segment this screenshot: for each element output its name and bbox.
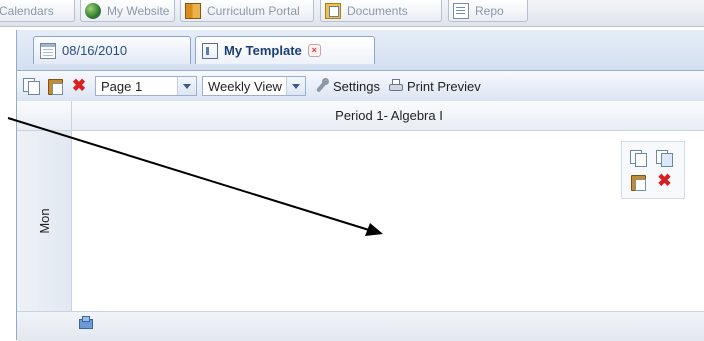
copy-icon[interactable] (630, 150, 647, 167)
nav-tab-label: Curriculum Portal (207, 3, 300, 18)
view-select-value: Weekly View (208, 78, 282, 94)
delete-icon[interactable]: ✖ (71, 77, 87, 94)
print-preview-label: Print Previev (407, 78, 481, 94)
tab-my-template[interactable]: My Template × (195, 36, 375, 64)
nav-tab-documents[interactable]: Documents (320, 0, 442, 22)
page-select[interactable]: Page 1 (95, 76, 197, 96)
delete-icon[interactable]: ✖ (656, 172, 673, 190)
print-preview-button[interactable]: Print Previev (388, 77, 481, 95)
tab-label: 08/16/2010 (62, 43, 128, 58)
tab-date-08-16-2010[interactable]: 08/16/2010 (33, 36, 191, 64)
template-icon (202, 42, 218, 59)
paste-icon[interactable] (630, 174, 647, 191)
tab-label: My Template (224, 43, 302, 58)
day-column: Mon (17, 131, 72, 311)
chevron-down-icon[interactable] (286, 77, 305, 95)
nav-tab-my-website[interactable]: My Website (80, 0, 175, 22)
nav-tab-curriculum-portal[interactable]: Curriculum Portal (180, 0, 314, 22)
copy-special-icon[interactable] (656, 150, 673, 167)
nav-tab-label: Documents (347, 3, 408, 18)
nav-tab-label: Calendars (0, 3, 54, 18)
folder-icon[interactable] (79, 316, 93, 329)
paste-icon[interactable] (47, 78, 63, 95)
globe-icon (85, 2, 101, 19)
chevron-down-icon[interactable] (177, 77, 196, 95)
period-header: Period 1- Algebra I (335, 108, 443, 123)
top-navigation-bar: Calendars My Website Curriculum Portal D… (0, 0, 704, 27)
documents-icon (325, 2, 341, 19)
toolbar: ✖ Page 1 Weekly View Settings Print Prev… (17, 70, 704, 102)
nav-tab-label: Repo (475, 3, 504, 18)
book-icon (185, 2, 201, 19)
settings-label: Settings (333, 78, 380, 94)
view-select[interactable]: Weekly View (202, 76, 306, 96)
wrench-icon (314, 78, 330, 94)
planner-panel: 08/16/2010 My Template × ✖ Page 1 Weekly… (16, 30, 704, 341)
day-label-mon: Mon (37, 208, 52, 234)
printer-icon (388, 78, 404, 94)
nav-tab-label: My Website (107, 3, 170, 18)
document-tab-strip: 08/16/2010 My Template × (17, 30, 704, 70)
grid-footer (17, 311, 704, 341)
settings-button[interactable]: Settings (314, 77, 380, 95)
grid-corner (17, 101, 72, 130)
nav-tab-calendars[interactable]: Calendars (0, 0, 75, 22)
close-tab-icon[interactable]: × (307, 44, 321, 57)
copy-icon[interactable] (23, 78, 40, 95)
lesson-cell[interactable]: ✖ (73, 131, 704, 311)
nav-tab-repo[interactable]: Repo (448, 0, 528, 22)
schedule-grid: Period 1- Algebra I Mon ✖ (17, 101, 704, 341)
grid-header-row: Period 1- Algebra I (17, 101, 704, 131)
calendar-icon (40, 42, 56, 59)
page-select-value: Page 1 (101, 78, 143, 94)
cell-action-panel: ✖ (621, 141, 685, 199)
report-icon (453, 2, 469, 19)
